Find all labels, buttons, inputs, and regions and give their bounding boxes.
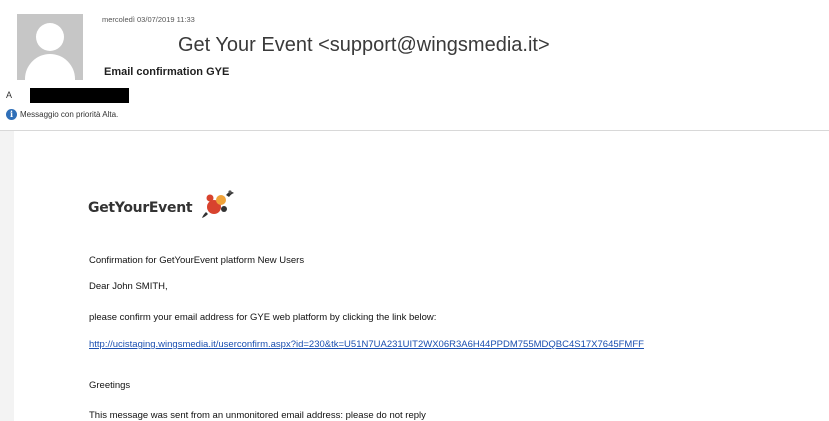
footer-text: This message was sent from an unmonitore… (89, 410, 426, 421)
sender-avatar (17, 14, 83, 80)
logo-mark-icon (202, 190, 234, 218)
priority-text: Messaggio con priorità Alta. (20, 110, 119, 119)
instruction-text: please confirm your email address for GY… (89, 312, 437, 323)
greeting-text: Dear John SMITH, (89, 281, 168, 292)
confirmation-link[interactable]: http://ucistaging.wingsmedia.it/userconf… (89, 339, 644, 350)
intro-text: Confirmation for GetYourEvent platform N… (89, 255, 305, 266)
email-subject: Email confirmation GYE (104, 66, 230, 78)
email-header: mercoledì 03/07/2019 11:33 Get Your Even… (0, 0, 829, 130)
message-body: GetYourEvent Confirmation for GetYourEve… (14, 131, 829, 421)
logo-text: GetYourEvent (88, 200, 193, 216)
closing-text: Greetings (89, 380, 131, 391)
priority-notice: i Messaggio con priorità Alta. (6, 108, 118, 121)
info-icon: i (6, 109, 17, 120)
sender-name[interactable]: Get Your Event <support@wingsmedia.it> (178, 34, 550, 57)
recipient-label: A (6, 90, 13, 100)
getyourevent-logo: GetYourEvent (88, 188, 268, 222)
email-date: mercoledì 03/07/2019 11:33 (102, 15, 195, 24)
redacted-recipient (30, 88, 129, 103)
